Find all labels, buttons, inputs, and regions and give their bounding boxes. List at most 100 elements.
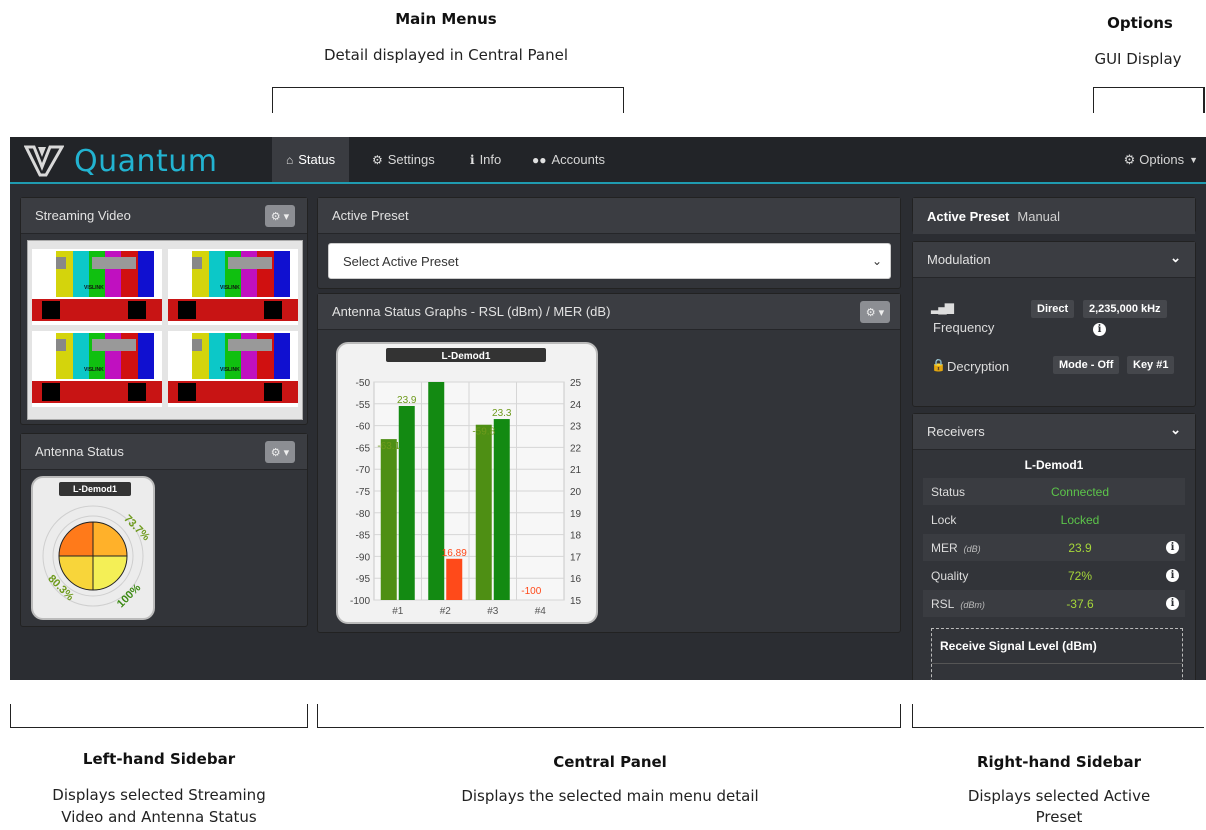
receivers-panel: Receivers ⌄ L-Demod1 Status Connected Lo…: [912, 413, 1196, 680]
left-axis-tick: -60: [356, 422, 371, 433]
frequency-value: 2,235,000 kHz: [1083, 300, 1167, 318]
annotation-main-menus-desc: Detail displayed in Central Panel: [323, 46, 569, 64]
streaming-video-panel: Streaming Video ⚙ ▾ VISLINK VISLINK VISL…: [20, 197, 308, 425]
frequency-info-icon[interactable]: i: [1093, 323, 1106, 336]
right-active-preset-label: Active Preset: [927, 208, 1010, 224]
right-active-preset-bar: Active Preset Manual: [912, 197, 1196, 234]
annotation-options-bracket-end: [1203, 87, 1205, 113]
vislink-logo-icon: [24, 145, 64, 177]
streaming-video-player[interactable]: VISLINK VISLINK VISLINK VISLINK: [27, 240, 303, 420]
streaming-settings-button[interactable]: ⚙ ▾: [265, 205, 295, 227]
video-tile-text: VISLINK: [220, 285, 240, 291]
receiver-name: L-Demod1: [1024, 458, 1084, 472]
active-preset-select-value: Select Active Preset: [343, 253, 459, 269]
nav-status[interactable]: ⌂ Status: [272, 137, 350, 182]
mer-info-icon[interactable]: i: [1166, 541, 1179, 554]
right-axis-tick: 20: [570, 487, 582, 498]
antenna-status-title: Antenna Status: [35, 444, 124, 459]
chevron-down-icon[interactable]: ⌄: [1170, 250, 1181, 266]
chevron-down-icon[interactable]: ⌄: [1170, 422, 1181, 438]
mer-alarm-bar: [446, 558, 463, 600]
left-axis-tick: -100: [350, 596, 370, 607]
antenna-quadrant: [92, 555, 128, 591]
graphs-settings-button[interactable]: ⚙ ▾: [860, 301, 890, 323]
rx-row-label-group: RSL (dBm): [931, 597, 985, 611]
left-axis-tick: -85: [356, 531, 371, 542]
rx-row-value: 72%: [1067, 568, 1093, 583]
chart-title: L-Demod1: [442, 351, 491, 362]
rx-row-label: RSL: [931, 596, 955, 611]
rx-row-label: Quality: [931, 568, 969, 583]
antenna-graphs-panel: Antenna Status Graphs - RSL (dBm) / MER …: [317, 293, 901, 633]
receiver-status-row: Status Connected: [923, 478, 1185, 505]
receiver-rsl-row: RSL (dBm) -37.6 i: [923, 590, 1185, 617]
rsl-graph-title: Receive Signal Level (dBm): [932, 629, 1182, 664]
direct-tag: Direct: [1031, 300, 1075, 318]
x-axis-tick: #3: [487, 606, 499, 617]
gears-icon: ⚙: [372, 152, 383, 167]
antenna-graphs-title: Antenna Status Graphs - RSL (dBm) / MER …: [332, 304, 611, 319]
right-axis-tick: 19: [570, 509, 582, 520]
nav-accounts[interactable]: ●● Accounts: [518, 137, 619, 182]
nav-settings[interactable]: ⚙ Settings: [358, 137, 449, 182]
active-preset-select[interactable]: Select Active Preset ⌄: [328, 243, 891, 279]
streaming-video-header: Streaming Video ⚙ ▾: [21, 198, 307, 234]
active-preset-title: Active Preset: [332, 208, 409, 223]
video-tile: VISLINK: [168, 331, 298, 407]
modulation-header[interactable]: Modulation ⌄: [913, 242, 1195, 278]
brand-logo[interactable]: Quantum: [24, 141, 218, 181]
users-icon: ●●: [532, 152, 547, 167]
options-menu[interactable]: ⚙ Options ▼: [1124, 137, 1198, 182]
right-axis-tick: 25: [570, 378, 582, 389]
annotation-left-desc-1: Displays selected Streaming: [52, 786, 266, 804]
right-axis-tick: 18: [570, 531, 582, 542]
signal-bars-icon: ▂▄▆: [931, 300, 954, 314]
mer-data-label: 23.9: [397, 395, 417, 406]
chevron-down-icon: ⌄: [871, 254, 882, 268]
left-axis-tick: -80: [356, 509, 371, 520]
annotation-options-desc: GUI Display: [1094, 50, 1182, 68]
gear-icon: ⚙ ▾: [865, 306, 885, 319]
receivers-header[interactable]: Receivers ⌄: [913, 414, 1195, 450]
annotation-central-bracket: [317, 704, 901, 728]
rx-row-label-group: MER (dB): [931, 541, 981, 555]
annotation-right-desc-2: Preset: [1035, 808, 1083, 826]
antenna-status-widget[interactable]: L-Demod1 73.7% 100% 80.3%: [31, 476, 155, 620]
right-axis-tick: 16: [570, 574, 582, 585]
rsl-data-label: -59.8: [472, 427, 495, 438]
annotation-right-desc-1: Displays selected Active: [967, 787, 1151, 805]
antenna-polar-chart: [42, 505, 144, 607]
annotation-left-bracket: [10, 704, 308, 728]
video-tile-text: VISLINK: [84, 367, 104, 373]
nav-info[interactable]: i Info: [456, 137, 515, 182]
rx-row-value: -37.6: [1066, 596, 1094, 611]
quality-info-icon[interactable]: i: [1166, 569, 1179, 582]
mer-bar: [398, 405, 415, 600]
video-tile-text: VISLINK: [84, 285, 104, 291]
rsl-bar: [475, 424, 492, 600]
antenna-graphs-header: Antenna Status Graphs - RSL (dBm) / MER …: [318, 294, 900, 330]
antenna-settings-button[interactable]: ⚙ ▾: [265, 441, 295, 463]
left-axis-tick: -95: [356, 574, 371, 585]
x-axis-tick: #4: [535, 606, 547, 617]
rsl-info-icon[interactable]: i: [1166, 597, 1179, 610]
annotation-right-bracket: [912, 704, 1204, 728]
left-axis-tick: -75: [356, 487, 371, 498]
x-axis-tick: #2: [440, 606, 452, 617]
lock-icon: 🔒: [931, 358, 946, 372]
receiver-lock-row: Lock Locked: [923, 506, 1185, 533]
nav-settings-label: Settings: [387, 152, 435, 167]
nav-info-label: Info: [479, 152, 502, 167]
rx-row-value: Locked: [1060, 512, 1100, 527]
rsl-bar: [428, 382, 445, 600]
annotation-right-title: Right-hand Sidebar: [976, 753, 1142, 771]
annotation-left-title: Left-hand Sidebar: [82, 750, 236, 768]
x-axis-tick: #1: [392, 606, 404, 617]
annotation-options-bracket: [1093, 87, 1205, 113]
modulation-title: Modulation: [927, 252, 991, 267]
right-axis-tick: 15: [570, 596, 582, 607]
quantum-app-window: Quantum ⌂ Status ⚙ Settings i Info ●● Ac…: [10, 137, 1206, 680]
rx-row-label: Lock: [931, 512, 957, 527]
info-icon: i: [470, 152, 475, 167]
receivers-title: Receivers: [927, 424, 985, 439]
